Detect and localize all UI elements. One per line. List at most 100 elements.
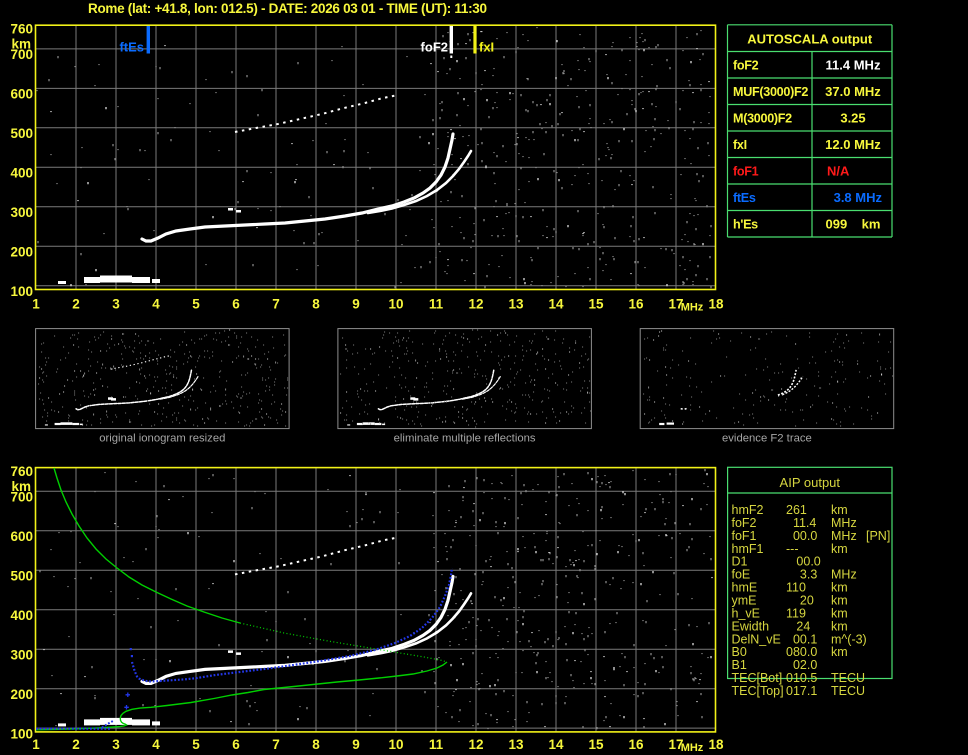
svg-text:7: 7 xyxy=(272,296,280,311)
svg-text:1: 1 xyxy=(32,737,40,752)
svg-text:700: 700 xyxy=(10,47,33,62)
svg-text:700: 700 xyxy=(10,490,33,505)
svg-text:18: 18 xyxy=(708,296,724,311)
svg-text:original ionogram resized: original ionogram resized xyxy=(99,433,225,445)
svg-text:5: 5 xyxy=(192,737,200,752)
svg-text:10: 10 xyxy=(388,296,403,311)
svg-text:hmF2: hmF2 xyxy=(732,503,764,517)
svg-text:500: 500 xyxy=(10,568,33,583)
svg-text:600: 600 xyxy=(10,87,33,102)
svg-text:MHz: MHz xyxy=(831,529,857,543)
svg-text:h_vE: h_vE xyxy=(732,606,761,620)
svg-text:foF1: foF1 xyxy=(733,164,759,178)
svg-text:13: 13 xyxy=(508,296,524,311)
svg-text:12: 12 xyxy=(468,737,483,752)
svg-text:fxI: fxI xyxy=(479,40,494,55)
svg-text:hmE: hmE xyxy=(732,581,758,595)
svg-text:km: km xyxy=(831,503,848,517)
svg-text:TEC[Bot]: TEC[Bot] xyxy=(732,671,783,685)
svg-text:4: 4 xyxy=(152,737,160,752)
svg-text:AUTOSCALA output: AUTOSCALA output xyxy=(747,32,873,47)
svg-text:017.1: 017.1 xyxy=(786,684,817,698)
svg-text:AIP output: AIP output xyxy=(780,475,841,490)
svg-text:m^(-3): m^(-3) xyxy=(831,632,867,646)
svg-text:12: 12 xyxy=(468,296,483,311)
svg-text:37.0 MHz: 37.0 MHz xyxy=(825,84,881,99)
svg-text:TEC[Top]: TEC[Top] xyxy=(732,684,784,698)
svg-text:100: 100 xyxy=(10,284,33,299)
svg-text:MHz: MHz xyxy=(681,742,704,754)
svg-text:D1: D1 xyxy=(732,555,748,569)
svg-text:400: 400 xyxy=(10,166,33,181)
svg-text:8: 8 xyxy=(312,737,320,752)
svg-text:1: 1 xyxy=(32,296,40,311)
svg-text:MHz: MHz xyxy=(831,516,857,530)
svg-text:200: 200 xyxy=(10,245,33,260)
svg-text:2: 2 xyxy=(72,296,80,311)
svg-text:3.25: 3.25 xyxy=(840,110,865,125)
svg-text:B1: B1 xyxy=(732,658,747,672)
svg-text:km: km xyxy=(831,594,848,608)
svg-text:9: 9 xyxy=(352,737,360,752)
svg-text:N/A: N/A xyxy=(827,163,850,178)
svg-text:500: 500 xyxy=(10,126,33,141)
svg-text:2: 2 xyxy=(72,737,80,752)
svg-text:TECU: TECU xyxy=(831,684,865,698)
svg-text:DelN_vE: DelN_vE xyxy=(732,632,781,646)
svg-text:11: 11 xyxy=(429,737,444,752)
svg-text:foF2: foF2 xyxy=(732,516,757,530)
svg-text:11.4: 11.4 xyxy=(786,516,816,530)
svg-text:11.4 MHz: 11.4 MHz xyxy=(826,57,881,72)
svg-text:MHz: MHz xyxy=(831,568,857,582)
svg-text:km: km xyxy=(831,606,848,620)
svg-text:119: 119 xyxy=(786,606,806,620)
svg-text:760: 760 xyxy=(10,464,33,479)
svg-text:200: 200 xyxy=(10,687,33,702)
svg-text:300: 300 xyxy=(10,647,33,662)
svg-text:foF2: foF2 xyxy=(733,58,759,72)
svg-text:eliminate multiple reflections: eliminate multiple reflections xyxy=(394,433,536,445)
svg-text:MHz: MHz xyxy=(681,301,704,313)
svg-text:km: km xyxy=(831,645,848,659)
svg-text:foE: foE xyxy=(732,568,751,582)
svg-text:760: 760 xyxy=(10,21,33,36)
svg-text:18: 18 xyxy=(708,737,724,752)
svg-text:400: 400 xyxy=(10,608,33,623)
svg-text:00.1: 00.1 xyxy=(786,632,817,646)
svg-text:080.0: 080.0 xyxy=(786,645,817,659)
svg-text:B0: B0 xyxy=(732,645,747,659)
svg-text:3.8 MHz: 3.8 MHz xyxy=(834,190,883,205)
svg-text:4: 4 xyxy=(152,296,160,311)
svg-text:010.5: 010.5 xyxy=(786,671,817,685)
svg-text:[PN]: [PN] xyxy=(866,529,890,543)
svg-text:foF1: foF1 xyxy=(732,529,757,543)
svg-text:20: 20 xyxy=(786,594,814,608)
svg-text:3.3: 3.3 xyxy=(786,568,817,582)
svg-text:km: km xyxy=(831,542,848,556)
svg-text:hmF1: hmF1 xyxy=(732,542,764,556)
svg-text:00.0: 00.0 xyxy=(786,555,821,569)
svg-text:km: km xyxy=(831,581,848,595)
svg-text:6: 6 xyxy=(232,296,240,311)
svg-text:300: 300 xyxy=(10,205,33,220)
svg-text:fxI: fxI xyxy=(733,138,747,152)
svg-text:12.0 MHz: 12.0 MHz xyxy=(825,137,881,152)
svg-text:11: 11 xyxy=(429,296,444,311)
svg-text:ymE: ymE xyxy=(732,594,757,608)
svg-text:foF2: foF2 xyxy=(421,40,448,55)
svg-text:ftEs: ftEs xyxy=(733,191,756,205)
svg-text:15: 15 xyxy=(588,296,604,311)
svg-text:Ewidth: Ewidth xyxy=(732,619,770,633)
svg-text:15: 15 xyxy=(588,737,604,752)
svg-text:00.0: 00.0 xyxy=(786,529,817,543)
svg-text:261: 261 xyxy=(786,503,807,517)
svg-text:13: 13 xyxy=(508,737,524,752)
svg-text:evidence F2 trace: evidence F2 trace xyxy=(722,433,812,445)
svg-text:9: 9 xyxy=(352,296,360,311)
svg-text:14: 14 xyxy=(548,296,564,311)
svg-text:h'Es: h'Es xyxy=(733,217,758,231)
svg-text:MUF(3000)F2: MUF(3000)F2 xyxy=(733,85,808,99)
svg-text:100: 100 xyxy=(10,726,33,741)
svg-text:6: 6 xyxy=(232,737,240,752)
svg-text:16: 16 xyxy=(628,296,644,311)
